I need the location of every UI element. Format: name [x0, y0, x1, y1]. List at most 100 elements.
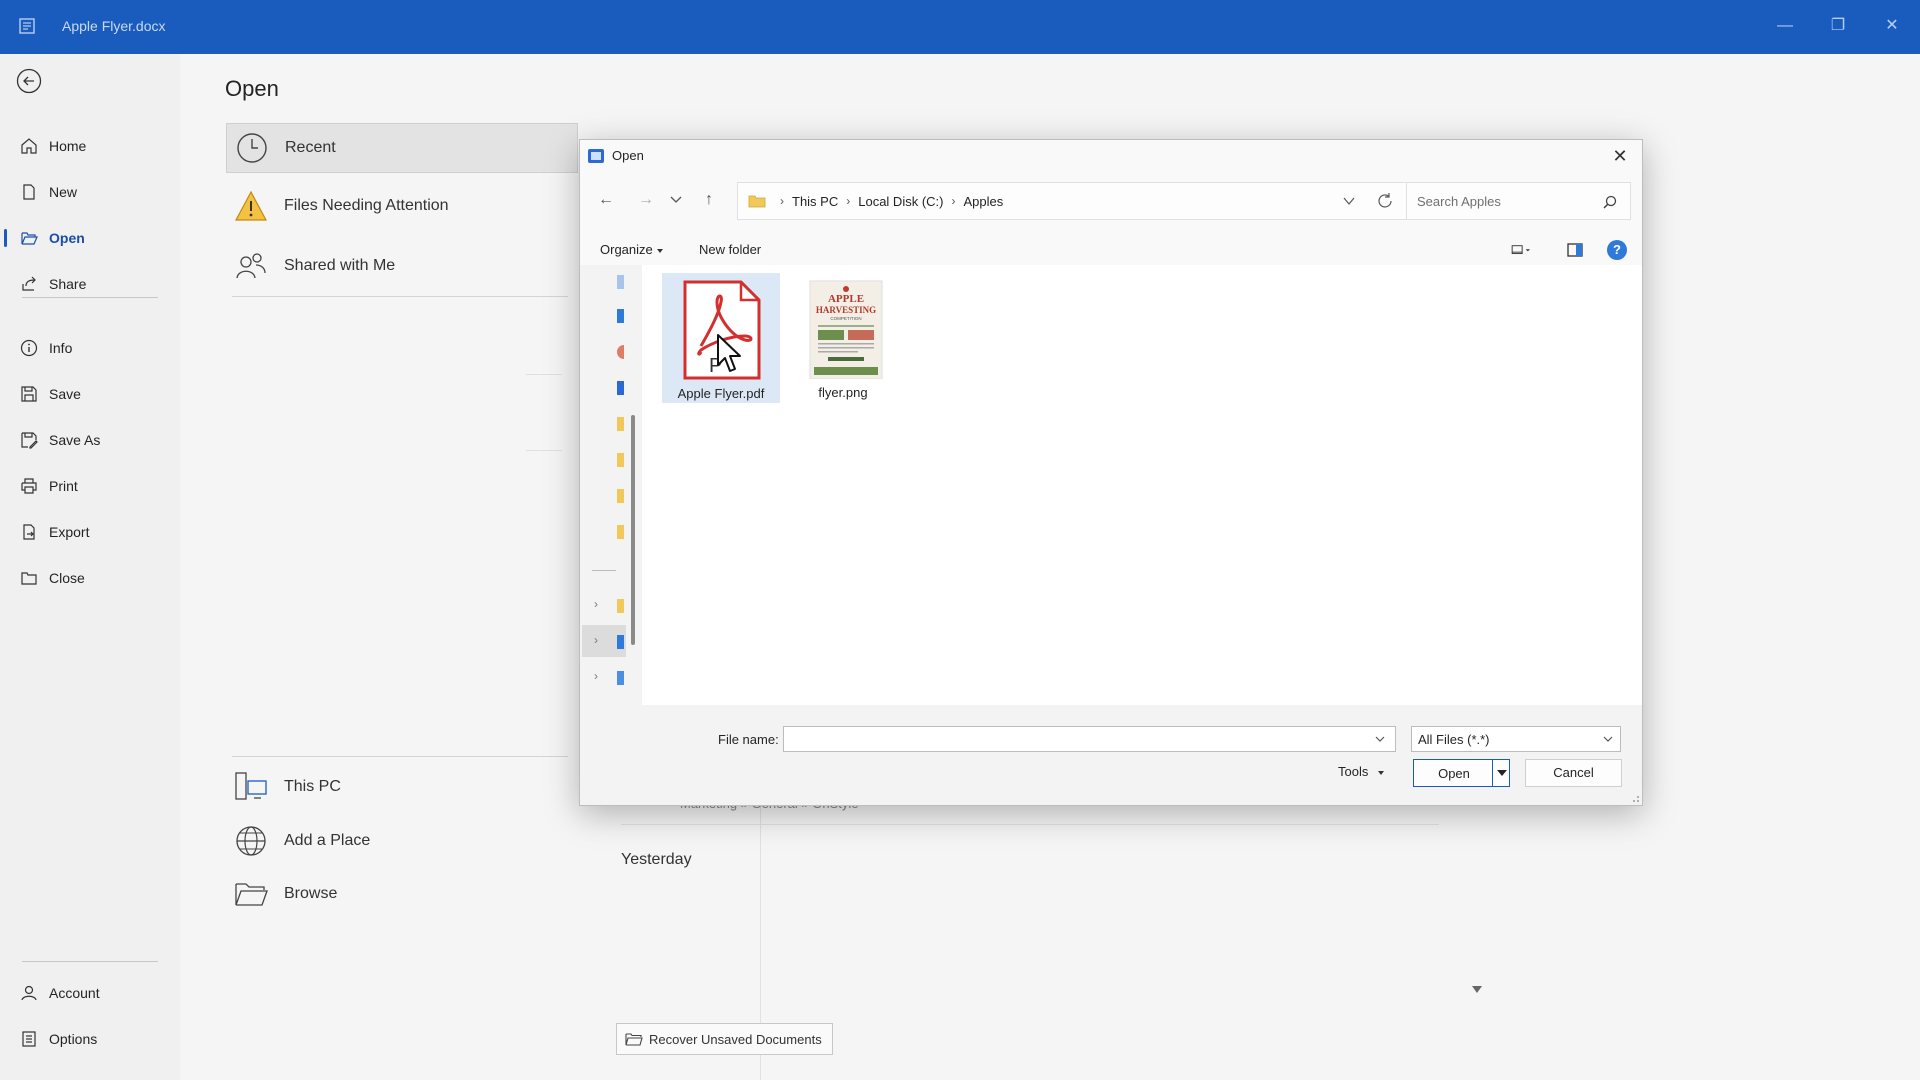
location-recent[interactable]: Recent [226, 123, 578, 173]
title-bar: Apple Flyer.docx — ❐ ✕ [0, 0, 1920, 54]
up-arrow-icon[interactable]: ↑ [697, 188, 721, 212]
nav-close[interactable]: Close [0, 559, 180, 597]
breadcrumb-this-pc[interactable]: This PC [792, 194, 838, 209]
tools-button[interactable]: Tools [1338, 764, 1385, 779]
folder-icon[interactable] [617, 417, 624, 431]
place-add-a-place[interactable]: Add a Place [226, 816, 578, 866]
scrollbar[interactable] [631, 415, 635, 645]
place-label: This PC [284, 778, 341, 795]
warning-icon [234, 189, 268, 223]
music-icon[interactable] [617, 345, 624, 359]
new-folder-button[interactable]: New folder [699, 242, 761, 257]
back-arrow-icon[interactable] [16, 68, 42, 94]
this-pc-icon[interactable] [617, 635, 624, 649]
documents-icon[interactable] [617, 381, 624, 395]
place-browse[interactable]: Browse [226, 869, 578, 919]
split-divider [1492, 760, 1493, 786]
folder-icon[interactable] [617, 489, 624, 503]
expand-chevron-icon[interactable]: › [594, 633, 598, 647]
back-icon[interactable]: ← [594, 188, 618, 212]
nav-label: Account [49, 985, 100, 1001]
location-files-needing-attention[interactable]: Files Needing Attention [226, 181, 578, 231]
nav-divider [22, 297, 158, 298]
nav-print[interactable]: Print [0, 467, 180, 505]
nav-export[interactable]: Export [0, 513, 180, 551]
file-item-png[interactable]: APPLE HARVESTING COMPETITION flyer.png [784, 273, 902, 403]
nav-label: Home [49, 138, 87, 154]
nav-info[interactable]: Info [0, 329, 180, 367]
file-type-value: All Files (*.*) [1418, 732, 1490, 747]
file-name: Apple Flyer.pdf [677, 386, 765, 401]
close-folder-icon [19, 568, 39, 588]
forward-icon[interactable]: → [634, 188, 658, 212]
command-bar: Organize New folder ? [580, 236, 1642, 264]
dialog-close-icon[interactable]: ✕ [1606, 144, 1634, 168]
caret-down-icon [656, 248, 663, 253]
recover-label: Recover Unsaved Documents [649, 1031, 822, 1047]
open-file-dialog: Open ✕ ← → ↑ › This PC › Local Disk (C:)… [579, 139, 1643, 806]
desktop-icon[interactable] [617, 309, 624, 323]
place-this-pc[interactable]: This PC [226, 762, 578, 812]
nav-label: Info [49, 340, 73, 356]
file-name-input[interactable] [783, 726, 1396, 752]
expand-chevron-icon[interactable]: › [594, 669, 598, 683]
help-icon[interactable]: ? [1607, 240, 1627, 260]
options-icon [19, 1029, 39, 1049]
location-shared-with-me[interactable]: Shared with Me [226, 241, 578, 291]
search-input[interactable] [1406, 182, 1631, 220]
folder-icon[interactable] [617, 599, 624, 613]
refresh-icon[interactable] [1376, 192, 1394, 210]
change-view-icon[interactable] [1510, 240, 1530, 260]
folder-icon[interactable] [617, 525, 624, 539]
section-yesterday: Yesterday [621, 851, 692, 868]
nav-open[interactable]: Open [0, 219, 180, 257]
nav-save-as[interactable]: Save As [0, 421, 180, 459]
nav-save[interactable]: Save [0, 375, 180, 413]
folder-icon [625, 1033, 643, 1046]
expand-chevron-icon[interactable]: › [594, 597, 598, 611]
nav-options[interactable]: Options [0, 1020, 180, 1058]
open-options-arrow-icon[interactable] [1497, 770, 1507, 776]
breadcrumb-separator-icon: › [780, 194, 784, 208]
organize-button[interactable]: Organize [600, 242, 663, 257]
search-icon[interactable] [1602, 194, 1618, 210]
address-bar[interactable]: › This PC › Local Disk (C:) › Apples [737, 182, 1407, 220]
preview-pane-icon[interactable] [1565, 240, 1585, 260]
window-title: Apple Flyer.docx [62, 18, 166, 34]
nav-label: Close [49, 570, 85, 586]
print-icon [19, 476, 39, 496]
folder-icon [748, 195, 766, 208]
cancel-button[interactable]: Cancel [1525, 759, 1622, 787]
computer-icon [234, 770, 268, 804]
address-dropdown-icon[interactable] [1342, 194, 1356, 208]
location-label: Files Needing Attention [284, 197, 449, 214]
file-type-select[interactable]: All Files (*.*) [1411, 726, 1621, 752]
file-list: P Apple Flyer.pdf APPLE HARVESTING COMPE… [642, 265, 1642, 705]
save-as-icon [19, 430, 39, 450]
open-button[interactable]: Open [1413, 759, 1510, 787]
chevron-down-icon[interactable] [1375, 735, 1385, 743]
minimize-icon[interactable]: — [1775, 16, 1795, 36]
quick-access-icon[interactable] [617, 275, 624, 289]
breadcrumb-apples[interactable]: Apples [963, 194, 1003, 209]
open-label: Open [1438, 766, 1470, 781]
nav-label: Print [49, 478, 78, 494]
folder-icon[interactable] [617, 453, 624, 467]
nav-account[interactable]: Account [0, 974, 180, 1012]
nav-label: Save As [49, 432, 101, 448]
network-icon[interactable] [617, 671, 624, 685]
scroll-down-icon[interactable] [1472, 986, 1482, 993]
location-label: Shared with Me [284, 257, 396, 274]
recover-unsaved-button[interactable]: Recover Unsaved Documents [616, 1023, 833, 1055]
breadcrumb-local-disk[interactable]: Local Disk (C:) [858, 194, 943, 209]
mouse-cursor-icon [717, 334, 741, 372]
new-document-icon [19, 182, 39, 202]
resize-grip-icon[interactable] [1630, 793, 1640, 803]
nav-home[interactable]: Home [0, 127, 180, 165]
dialog-title-bar: Open ✕ [580, 140, 1642, 172]
save-icon [19, 384, 39, 404]
restore-icon[interactable]: ❐ [1828, 16, 1848, 36]
nav-new[interactable]: New [0, 173, 180, 211]
window-close-icon[interactable]: ✕ [1882, 16, 1902, 36]
recent-locations-chevron-icon[interactable] [664, 188, 688, 212]
